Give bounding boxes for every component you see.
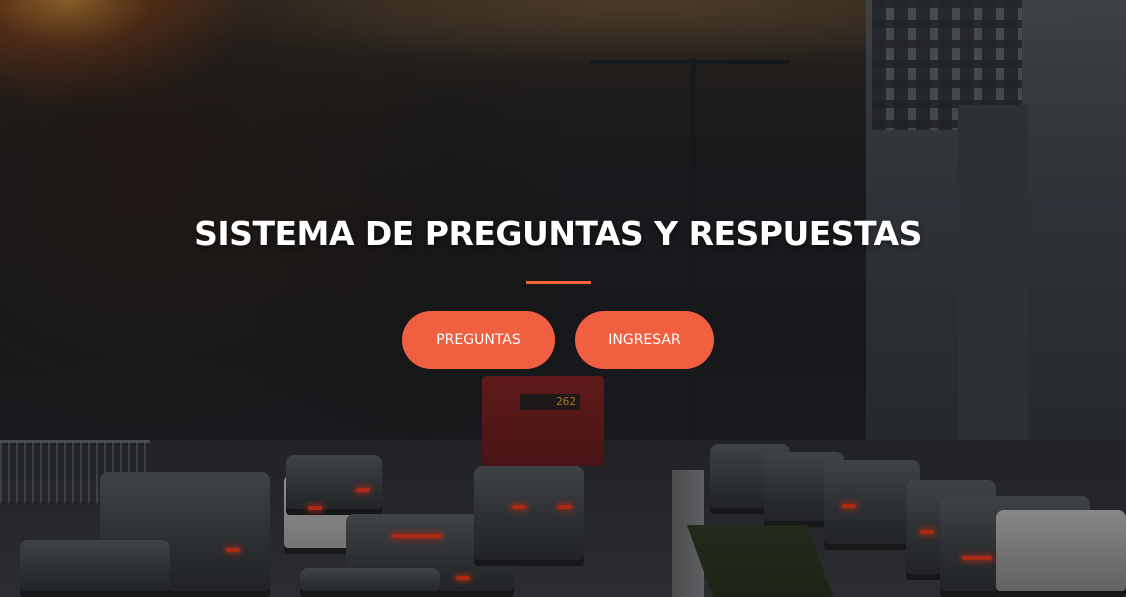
preguntas-button[interactable]: PREGUNTAS (402, 311, 555, 369)
ingresar-button[interactable]: INGRESAR (575, 311, 714, 369)
hero-section: 262 SISTEMA DE PREGUNTAS Y RESPUESTAS PR… (0, 0, 1126, 597)
page-title: SISTEMA DE PREGUNTAS Y RESPUESTAS (194, 214, 922, 253)
title-divider (526, 281, 591, 284)
hero-content: SISTEMA DE PREGUNTAS Y RESPUESTAS PREGUN… (0, 0, 1126, 597)
